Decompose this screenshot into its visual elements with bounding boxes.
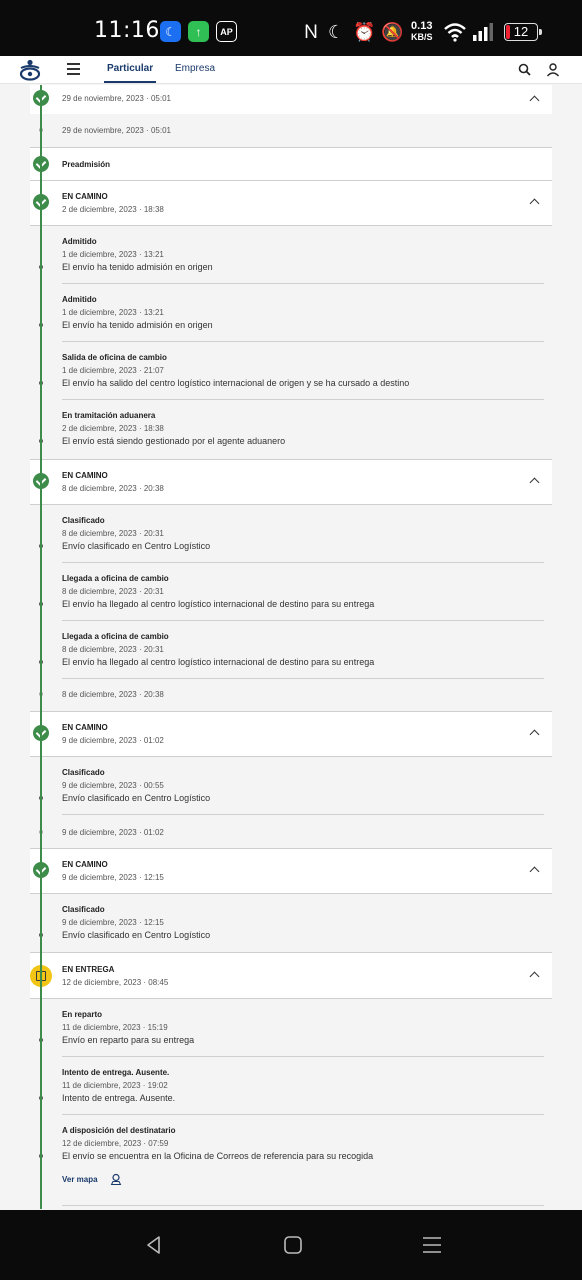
tracking-timeline: 29 de noviembre, 2023 · 05:01 29 de novi… — [30, 85, 552, 1209]
event-date: 9 de diciembre, 2023 · 12:15 — [62, 918, 164, 927]
event-desc: Envío clasificado en Centro Logístico — [62, 930, 211, 940]
event-date: 8 de diciembre, 2023 · 20:31 — [62, 645, 164, 654]
wifi-icon — [444, 23, 466, 42]
back-icon[interactable] — [143, 1234, 165, 1256]
nfc-icon: Ｎ — [302, 22, 320, 42]
chevron-up-icon[interactable] — [529, 729, 540, 740]
timeline-group-header[interactable]: EN CAMINO 2 de diciembre, 2023 · 18:38 — [30, 181, 552, 225]
search-icon[interactable] — [517, 62, 533, 78]
event-title: Preadmisión — [62, 160, 111, 169]
timeline-line — [40, 85, 42, 1209]
moon-app-icon: ☾ — [160, 21, 181, 42]
event-title: En reparto — [62, 1010, 103, 1019]
group-date: 2 de diciembre, 2023 · 18:38 — [62, 205, 164, 214]
group-date: 9 de diciembre, 2023 · 12:15 — [62, 873, 164, 882]
network-speed: 0.13 KB/S — [411, 20, 433, 43]
clock: 11:16 — [94, 18, 160, 43]
view-map-link[interactable]: Ver mapa — [62, 1175, 98, 1184]
event-date: 11 de diciembre, 2023 · 19:02 — [62, 1081, 168, 1090]
event-desc: El envío ha llegado al centro logístico … — [62, 599, 375, 609]
app-badge-icon: AP — [216, 21, 237, 42]
event-date: 1 de diciembre, 2023 · 21:07 — [62, 366, 164, 375]
event-desc: El envío está siendo gestionado por el a… — [62, 436, 286, 446]
event-desc: El envío se encuentra en la Oficina de C… — [62, 1151, 374, 1161]
event-title: Clasificado — [62, 905, 105, 914]
event-desc: Envío en reparto para su entrega — [62, 1035, 195, 1045]
correos-logo[interactable] — [18, 59, 42, 81]
timeline-group-top[interactable]: 29 de noviembre, 2023 · 05:01 — [30, 85, 552, 114]
group-status: EN CAMINO — [62, 723, 108, 732]
chevron-up-icon[interactable] — [529, 971, 540, 982]
mute-icon: 🔕 — [381, 22, 404, 42]
chevron-up-icon[interactable] — [529, 95, 540, 106]
group-status: EN CAMINO — [62, 192, 108, 201]
event-date: 2 de diciembre, 2023 · 18:38 — [62, 424, 164, 433]
event-title: Intento de entrega. Ausente. — [62, 1068, 170, 1077]
signal-icon — [473, 23, 493, 41]
event-title: En tramitación aduanera — [62, 411, 156, 420]
group-status: EN CAMINO — [62, 860, 108, 869]
event-desc: El envío ha llegado al centro logístico … — [62, 657, 375, 667]
event-list: Clasificado 8 de diciembre, 2023 · 20:31… — [30, 505, 552, 711]
battery-icon: 12 — [504, 23, 542, 41]
event-date: 8 de diciembre, 2023 · 20:38 — [62, 690, 164, 699]
event-row: 29 de noviembre, 2023 · 05:01 — [30, 114, 552, 147]
event-title: Admitido — [62, 237, 97, 246]
timeline-group-preadmision: Preadmisión — [30, 148, 552, 180]
group-status: EN CAMINO — [62, 471, 108, 480]
group-date: 9 de diciembre, 2023 · 01:02 — [62, 736, 164, 745]
system-nav-bar — [0, 1210, 582, 1280]
event-title: Clasificado — [62, 768, 105, 777]
user-icon[interactable] — [545, 62, 561, 78]
event-date: 11 de diciembre, 2023 · 15:19 — [62, 1023, 168, 1032]
group-date: 8 de diciembre, 2023 · 20:38 — [62, 484, 164, 493]
timeline-group-header[interactable]: EN CAMINO 8 de diciembre, 2023 · 20:38 — [30, 460, 552, 504]
tab-particular[interactable]: Particular — [107, 63, 153, 74]
event-title: Llegada a oficina de cambio — [62, 574, 169, 583]
event-title: Salida de oficina de cambio — [62, 353, 167, 362]
map-pin-icon[interactable] — [110, 1173, 122, 1185]
active-tab-indicator — [104, 81, 156, 83]
timeline-group-header[interactable]: EN CAMINO 9 de diciembre, 2023 · 01:02 — [30, 712, 552, 756]
event-date: 29 de noviembre, 2023 · 05:01 — [62, 94, 171, 103]
event-desc: Intento de entrega. Ausente. — [62, 1093, 176, 1103]
chevron-up-icon[interactable] — [529, 477, 540, 488]
event-date: 12 de diciembre, 2023 · 07:59 — [62, 1139, 169, 1148]
home-icon[interactable] — [282, 1234, 304, 1256]
chevron-up-icon[interactable] — [529, 866, 540, 877]
event-date: 1 de diciembre, 2023 · 13:21 — [62, 250, 164, 259]
tab-empresa[interactable]: Empresa — [175, 63, 215, 74]
event-date: 8 de diciembre, 2023 · 20:31 — [62, 529, 164, 538]
event-desc: Envío clasificado en Centro Logístico — [62, 541, 211, 551]
event-desc: El envío ha tenido admisión en origen — [62, 320, 213, 330]
recents-icon[interactable] — [421, 1234, 443, 1256]
chevron-up-icon[interactable] — [529, 198, 540, 209]
event-date: 29 de noviembre, 2023 · 05:01 — [62, 126, 171, 135]
site-header: Particular Empresa — [0, 56, 582, 84]
event-date: 9 de diciembre, 2023 · 01:02 — [62, 828, 164, 837]
status-bar: 11:16 ☾ ↑ AP Ｎ ☾ ⏰ 🔕 0.13 KB/S 12 — [0, 0, 582, 56]
timeline-group-header[interactable]: EN ENTREGA 12 de diciembre, 2023 · 08:45 — [30, 953, 552, 998]
do-not-disturb-moon-icon: ☾ — [328, 22, 345, 42]
upload-app-icon: ↑ — [188, 21, 209, 42]
event-desc: Envío clasificado en Centro Logístico — [62, 793, 211, 803]
group-status: EN ENTREGA — [62, 965, 115, 974]
event-list: Clasificado 9 de diciembre, 2023 · 00:55… — [30, 757, 552, 848]
event-list: Clasificado 9 de diciembre, 2023 · 12:15… — [30, 894, 552, 952]
event-date: 8 de diciembre, 2023 · 20:31 — [62, 587, 164, 596]
event-list: En reparto 11 de diciembre, 2023 · 15:19… — [30, 999, 552, 1209]
group-date: 12 de diciembre, 2023 · 08:45 — [62, 978, 169, 987]
event-desc: El envío ha salido del centro logístico … — [62, 378, 410, 388]
menu-icon[interactable] — [67, 63, 80, 75]
alarm-icon: ⏰ — [353, 22, 376, 42]
event-date: 9 de diciembre, 2023 · 00:55 — [62, 781, 164, 790]
event-title: Llegada a oficina de cambio — [62, 632, 169, 641]
timeline-group-header[interactable]: EN CAMINO 9 de diciembre, 2023 · 12:15 — [30, 849, 552, 893]
event-desc: El envío ha tenido admisión en origen — [62, 262, 213, 272]
event-title: Admitido — [62, 295, 97, 304]
event-title: A disposición del destinatario — [62, 1126, 176, 1135]
event-list: Admitido 1 de diciembre, 2023 · 13:21 El… — [30, 226, 552, 459]
event-date: 1 de diciembre, 2023 · 13:21 — [62, 308, 164, 317]
event-title: Clasificado — [62, 516, 105, 525]
